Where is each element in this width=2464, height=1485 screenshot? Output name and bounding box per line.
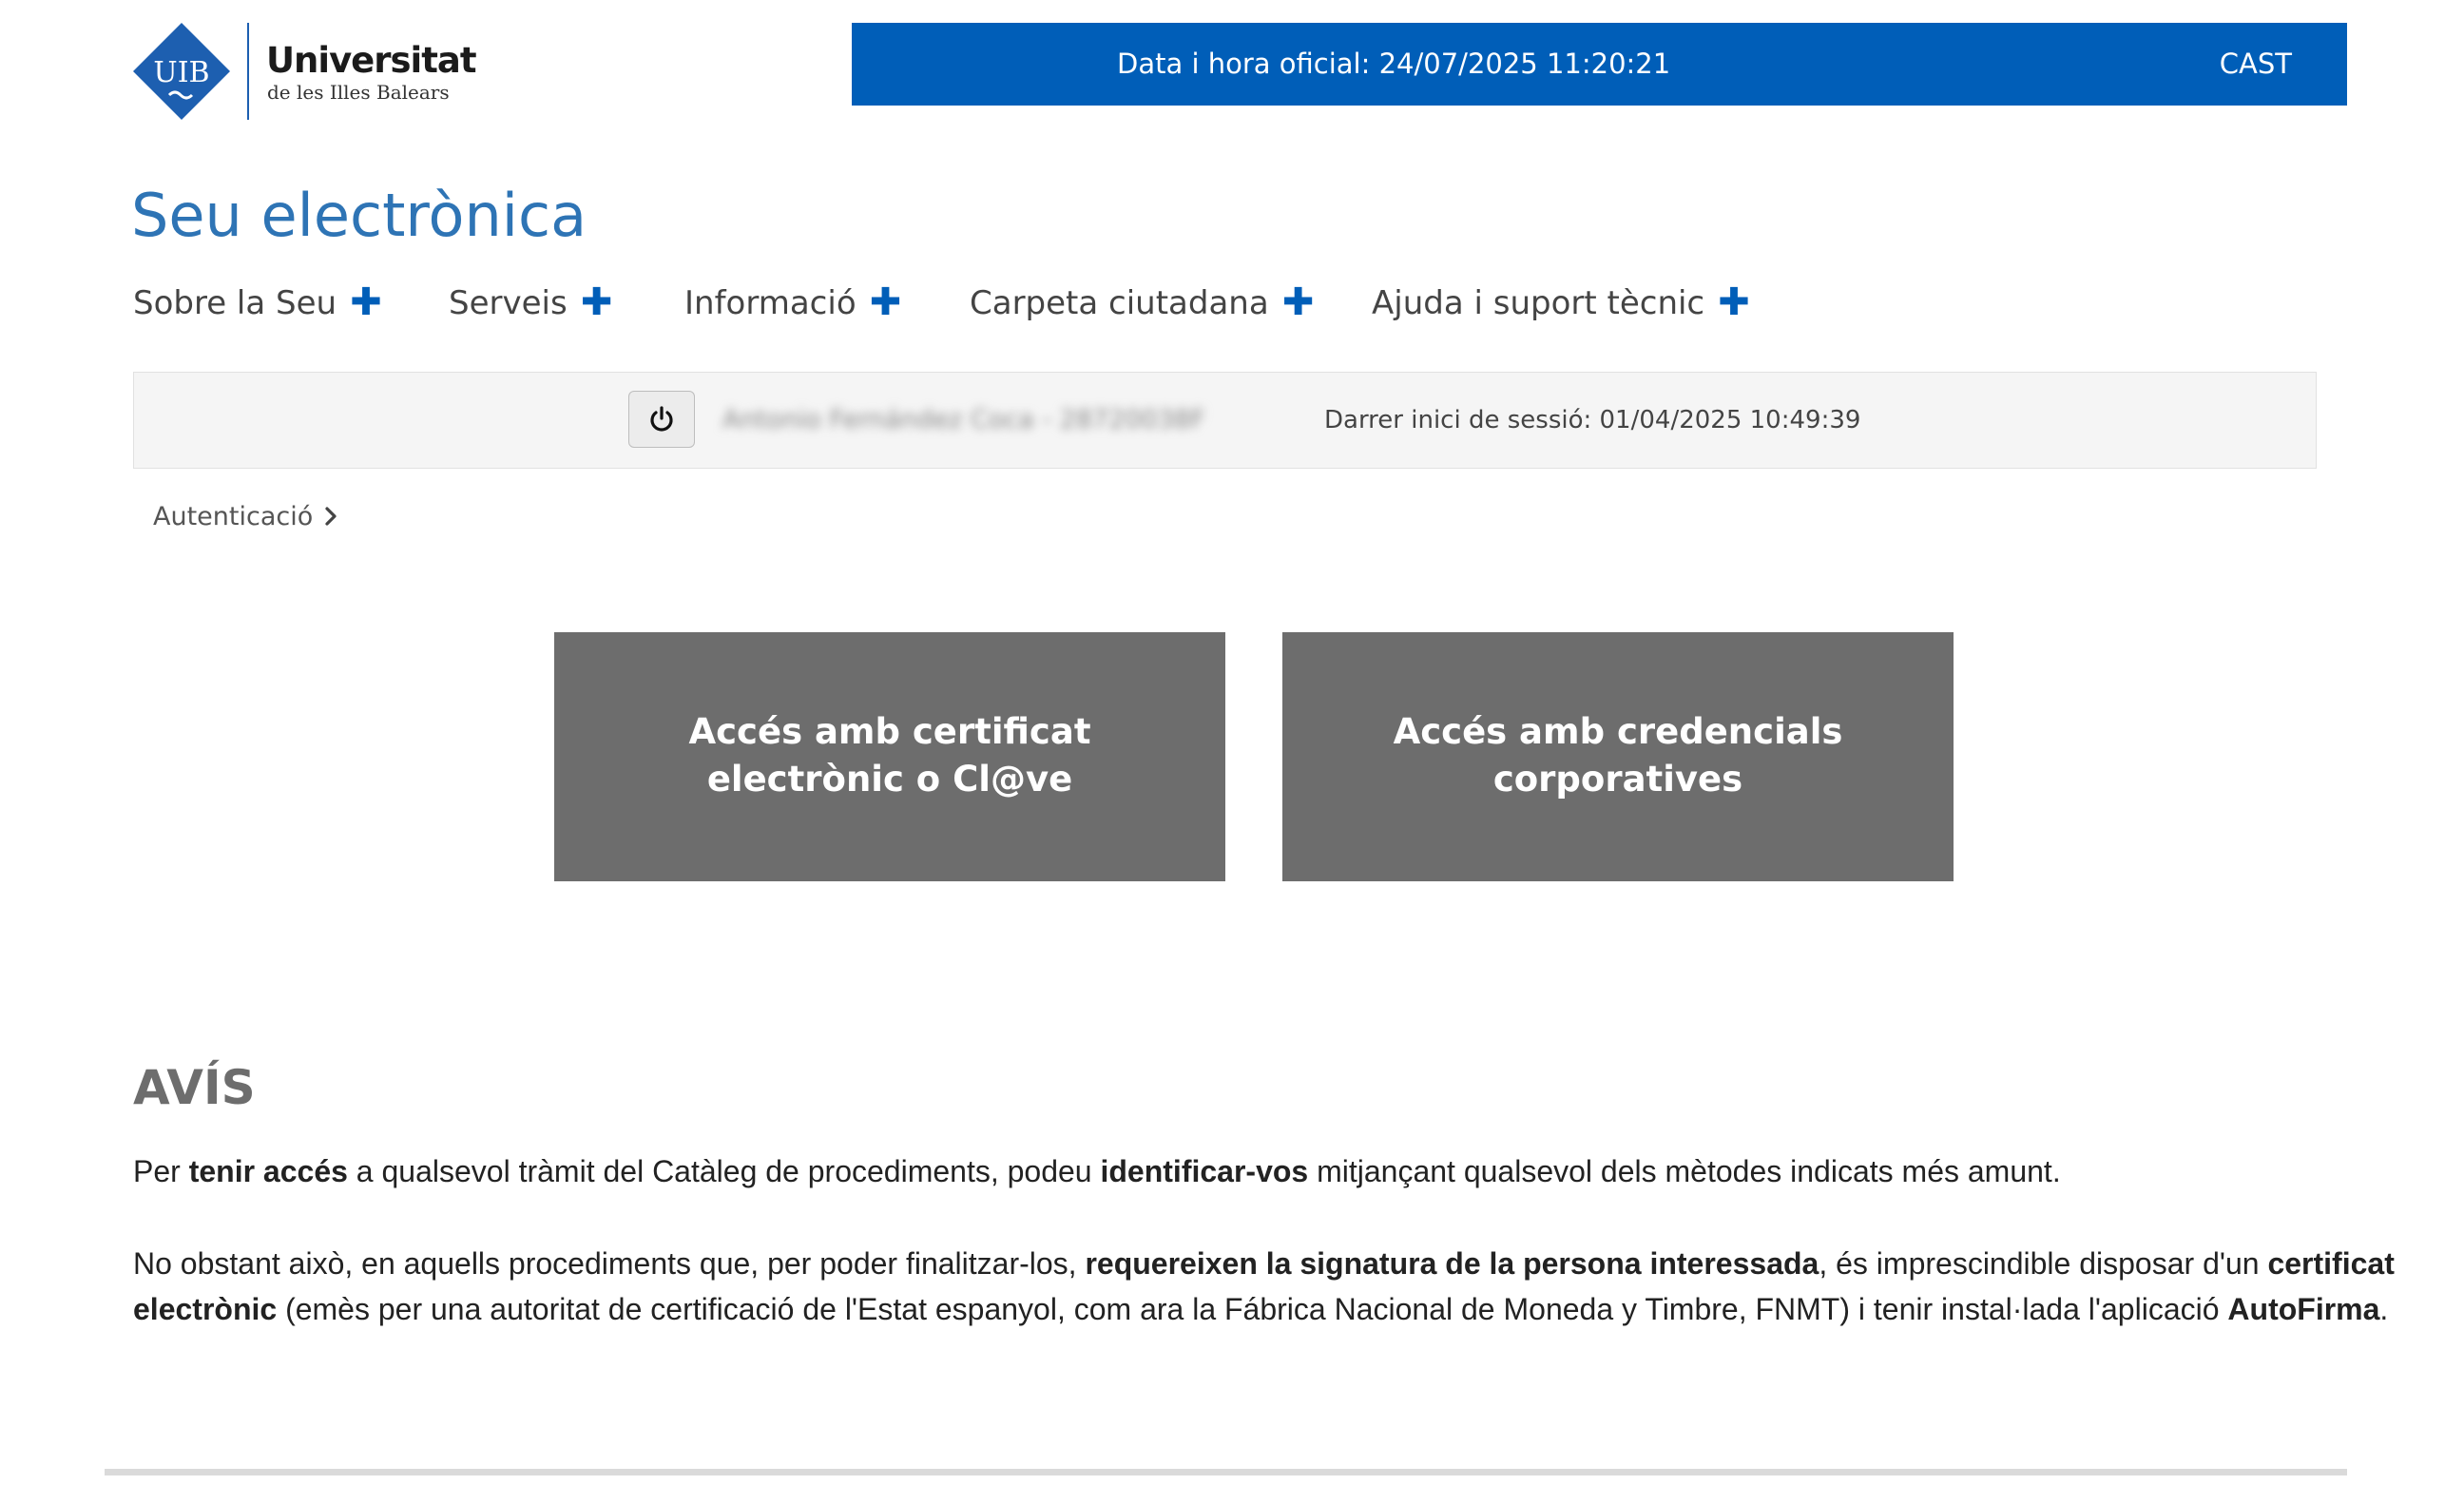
language-switch-link[interactable]: CAST	[2220, 23, 2292, 106]
notice-title: AVÍS	[133, 1060, 256, 1115]
footer-divider	[105, 1469, 2347, 1475]
notice-text: No obstant això, en aquells procediments…	[133, 1246, 1086, 1281]
notice-emphasis: requereixen la signatura de la persona i…	[1085, 1246, 1819, 1281]
nav-item-label: Ajuda i suport tècnic	[1372, 284, 1705, 322]
official-datetime-bar: Data i hora oficial: 24/07/2025 11:20:21…	[852, 23, 2347, 106]
notice-text: (emès per una autoritat de certificació …	[277, 1292, 2228, 1326]
uib-logo-diamond-icon: UIB	[133, 23, 230, 120]
plus-icon: ✚	[1281, 280, 1315, 324]
plus-icon: ✚	[350, 280, 382, 324]
notice-text: , és imprescindible disposar d'un	[1819, 1246, 2268, 1281]
user-name: Antonio Fernández Coca - 28720038F	[722, 405, 1205, 434]
plus-icon: ✚	[580, 280, 613, 324]
university-subtitle: de les Illes Balears	[267, 81, 450, 104]
logout-button[interactable]	[628, 391, 695, 448]
logo-divider	[247, 23, 249, 120]
university-name: Universitat	[266, 40, 477, 81]
site-title[interactable]: Seu electrònica	[131, 181, 587, 250]
notice-text: Per	[133, 1154, 189, 1188]
corporate-credentials-button[interactable]: Accés amb credencials corporatives	[1282, 632, 1954, 881]
notice-text: .	[2379, 1292, 2389, 1326]
nav-item-ajuda-suport[interactable]: Ajuda i suport tècnic ✚	[1372, 278, 1750, 328]
nav-item-carpeta-ciutadana[interactable]: Carpeta ciutadana ✚	[970, 278, 1314, 328]
nav-item-label: Informació	[684, 284, 857, 322]
notice-emphasis: identificar-vos	[1100, 1154, 1309, 1188]
certificate-access-button[interactable]: Accés amb certificat electrònic o Cl@ve	[554, 632, 1225, 881]
breadcrumb-item: Autenticació	[153, 502, 314, 531]
chevron-right-icon	[325, 507, 337, 526]
nav-item-label: Serveis	[449, 284, 568, 322]
logo-text: UIB	[153, 56, 209, 89]
notice-paragraph-2: No obstant això, en aquells procediments…	[133, 1241, 2396, 1332]
last-login-info: Darrer inici de sessió: 01/04/2025 10:49…	[1324, 406, 1861, 434]
nav-item-label: Carpeta ciutadana	[970, 284, 1269, 322]
notice-emphasis: AutoFirma	[2227, 1292, 2380, 1326]
nav-item-sobre-la-seu[interactable]: Sobre la Seu ✚	[133, 278, 382, 328]
nav-item-informacio[interactable]: Informació ✚	[684, 278, 901, 328]
notice-paragraph-1: Per tenir accés a qualsevol tràmit del C…	[133, 1148, 2396, 1194]
breadcrumb[interactable]: Autenticació	[153, 502, 337, 531]
session-bar: Antonio Fernández Coca - 28720038F Darre…	[133, 372, 2317, 469]
uib-logo[interactable]: UIB Universitat de les Illes Balears	[131, 21, 477, 122]
power-icon	[650, 406, 673, 432]
notice-text: a qualsevol tràmit del Catàleg de proced…	[347, 1154, 1101, 1188]
notice-emphasis: tenir accés	[188, 1154, 348, 1188]
nav-item-serveis[interactable]: Serveis ✚	[449, 278, 612, 328]
official-datetime: Data i hora oficial: 24/07/2025 11:20:21	[1117, 48, 1671, 80]
notice-text: mitjançant qualsevol dels mètodes indica…	[1308, 1154, 2061, 1188]
nav-item-label: Sobre la Seu	[133, 284, 337, 322]
plus-icon: ✚	[1718, 280, 1750, 324]
plus-icon: ✚	[869, 280, 902, 324]
